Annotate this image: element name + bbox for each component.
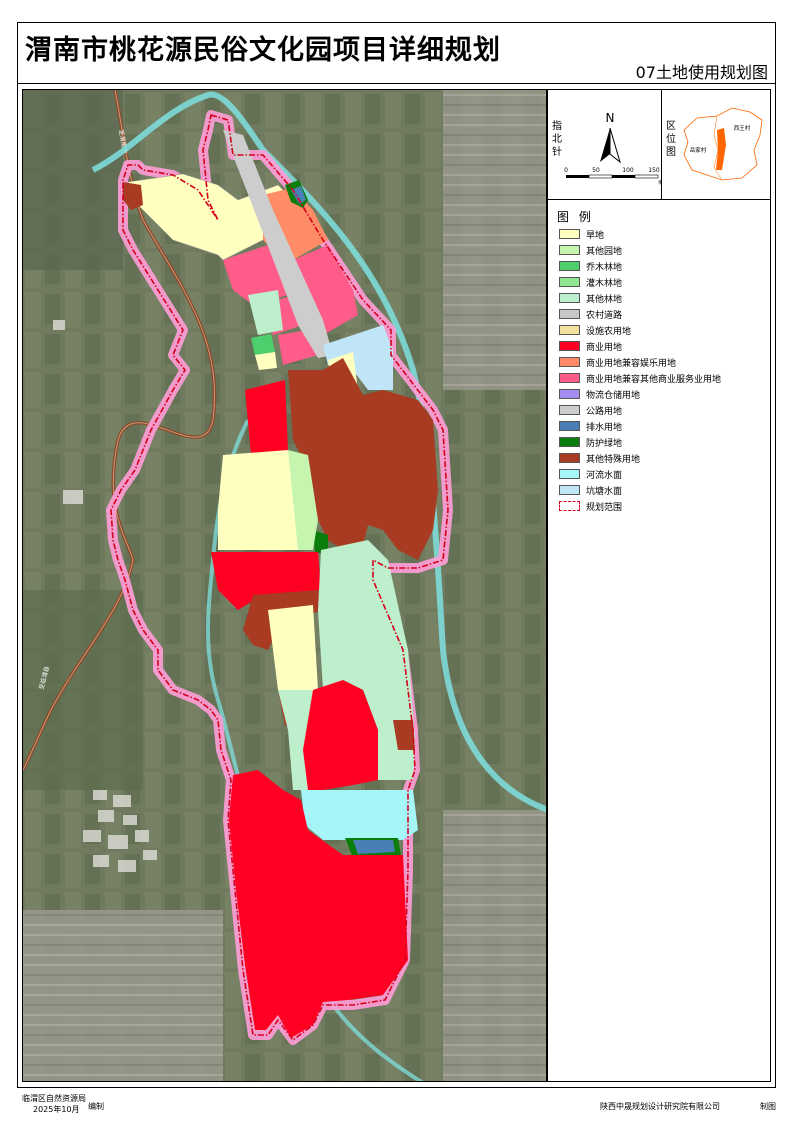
legend-label: 乔木林地: [586, 262, 623, 273]
legend-label: 规划范围: [586, 502, 623, 513]
legend-label: 商业用地兼容其他商业服务业用地: [586, 374, 722, 385]
legend-item: 灌木林地: [559, 276, 623, 289]
legend-item: 商业用地兼容其他商业服务业用地: [559, 372, 722, 385]
legend-swatch: [559, 389, 580, 399]
legend-swatch: [559, 421, 580, 431]
land-use-map[interactable]: 至渭南市 至临渭县: [22, 89, 547, 1082]
legend-item: 物流仓储用地: [559, 388, 641, 401]
scale-bar: [566, 174, 659, 179]
legend-item: 排水用地: [559, 420, 623, 433]
village-west-label: 岳家村: [690, 146, 707, 154]
footer-institute: 陕西中晟规划设计研究院有限公司: [600, 1102, 720, 1111]
legend-item: 设施农用地: [559, 324, 632, 337]
legend-swatch: [559, 341, 580, 351]
parcel-dryland-mid[interactable]: [218, 450, 298, 550]
legend-label: 其他林地: [586, 294, 623, 305]
legend-label: 设施农用地: [586, 326, 632, 337]
map-svg: 至渭南市 至临渭县: [23, 90, 546, 1081]
legend-item: 其他林地: [559, 292, 623, 305]
legend-swatch: [559, 309, 580, 319]
legend-swatch: [559, 229, 580, 239]
legend-label: 商业用地: [586, 342, 623, 353]
side-panel: 指北针 N 0 50 100 150 米 区位图 岳家村 西王村 图 例 旱地 …: [547, 89, 771, 1082]
legend-item: 其他特殊用地: [559, 452, 641, 465]
legend-swatch: [559, 261, 580, 271]
legend-swatch: [559, 485, 580, 495]
scale-tick-2: 100: [622, 167, 634, 174]
location-map-box: 区位图 岳家村 西王村: [662, 90, 770, 200]
scale-tick-3: 150: [648, 167, 660, 174]
title-block: 渭南市桃花源民俗文化园项目详细规划 07土地使用规划图: [17, 22, 776, 84]
legend-label: 物流仓储用地: [586, 390, 641, 401]
village-east-label: 西王村: [734, 124, 751, 132]
legend-item: 农村道路: [559, 308, 623, 321]
legend-swatch: [559, 501, 580, 511]
legend-swatch: [559, 405, 580, 415]
legend-label: 商业用地兼容娱乐用地: [586, 358, 677, 369]
footer-date: 2025年10月: [33, 1105, 80, 1114]
legend-label: 公路用地: [586, 406, 623, 417]
footer-compiled: 编制: [88, 1102, 104, 1111]
legend-item: 旱地: [559, 228, 605, 241]
legend-swatch: [559, 453, 580, 463]
legend-item: 乔木林地: [559, 260, 623, 273]
legend-label: 其他园地: [586, 246, 623, 257]
parcel-river-water[interactable]: [301, 790, 418, 840]
legend-swatch: [559, 373, 580, 383]
legend-label: 灌木林地: [586, 278, 623, 289]
legend-swatch: [559, 325, 580, 335]
legend-label: 防护绿地: [586, 438, 623, 449]
legend-swatch: [559, 245, 580, 255]
legend-item: 商业用地兼容娱乐用地: [559, 356, 677, 369]
legend-title: 图 例: [557, 210, 594, 224]
scale-tick-1: 50: [592, 167, 600, 174]
north-arrow-box: 指北针 N 0 50 100 150 米: [548, 90, 662, 200]
scale-tick-0: 0: [564, 167, 568, 174]
legend-swatch: [559, 277, 580, 287]
legend-item: 公路用地: [559, 404, 623, 417]
legend-label: 排水用地: [586, 422, 623, 433]
legend-label: 旱地: [586, 230, 605, 241]
legend-item: 商业用地: [559, 340, 623, 353]
legend-swatch: [559, 293, 580, 303]
legend-item: 其他园地: [559, 244, 623, 257]
map-title: 渭南市桃花源民俗文化园项目详细规划: [25, 35, 501, 66]
legend-label: 农村道路: [586, 310, 623, 321]
legend-item: 坑塘水面: [559, 484, 623, 497]
location-map-svg: 岳家村 西王村: [683, 107, 763, 181]
legend-item: 防护绿地: [559, 436, 623, 449]
legend-swatch: [559, 357, 580, 367]
footer-agency: 临渭区自然资源局: [22, 1094, 86, 1103]
parcel-commercial-west-1[interactable]: [245, 380, 288, 455]
legend-label: 其他特殊用地: [586, 454, 641, 465]
footer-drawn: 制图: [760, 1102, 776, 1111]
north-arrow-svg: N 0 50 100 150 米: [564, 111, 662, 186]
north-letter: N: [606, 111, 615, 125]
legend-swatch: [559, 469, 580, 479]
map-subtitle: 07土地使用规划图: [635, 63, 768, 82]
legend-label: 河流水面: [586, 470, 623, 481]
legend-swatch: [559, 437, 580, 447]
legend-item: 规划范围: [559, 500, 623, 513]
legend-item: 河流水面: [559, 468, 623, 481]
legend-label: 坑塘水面: [586, 486, 623, 497]
north-arrow-icon: [600, 127, 621, 164]
